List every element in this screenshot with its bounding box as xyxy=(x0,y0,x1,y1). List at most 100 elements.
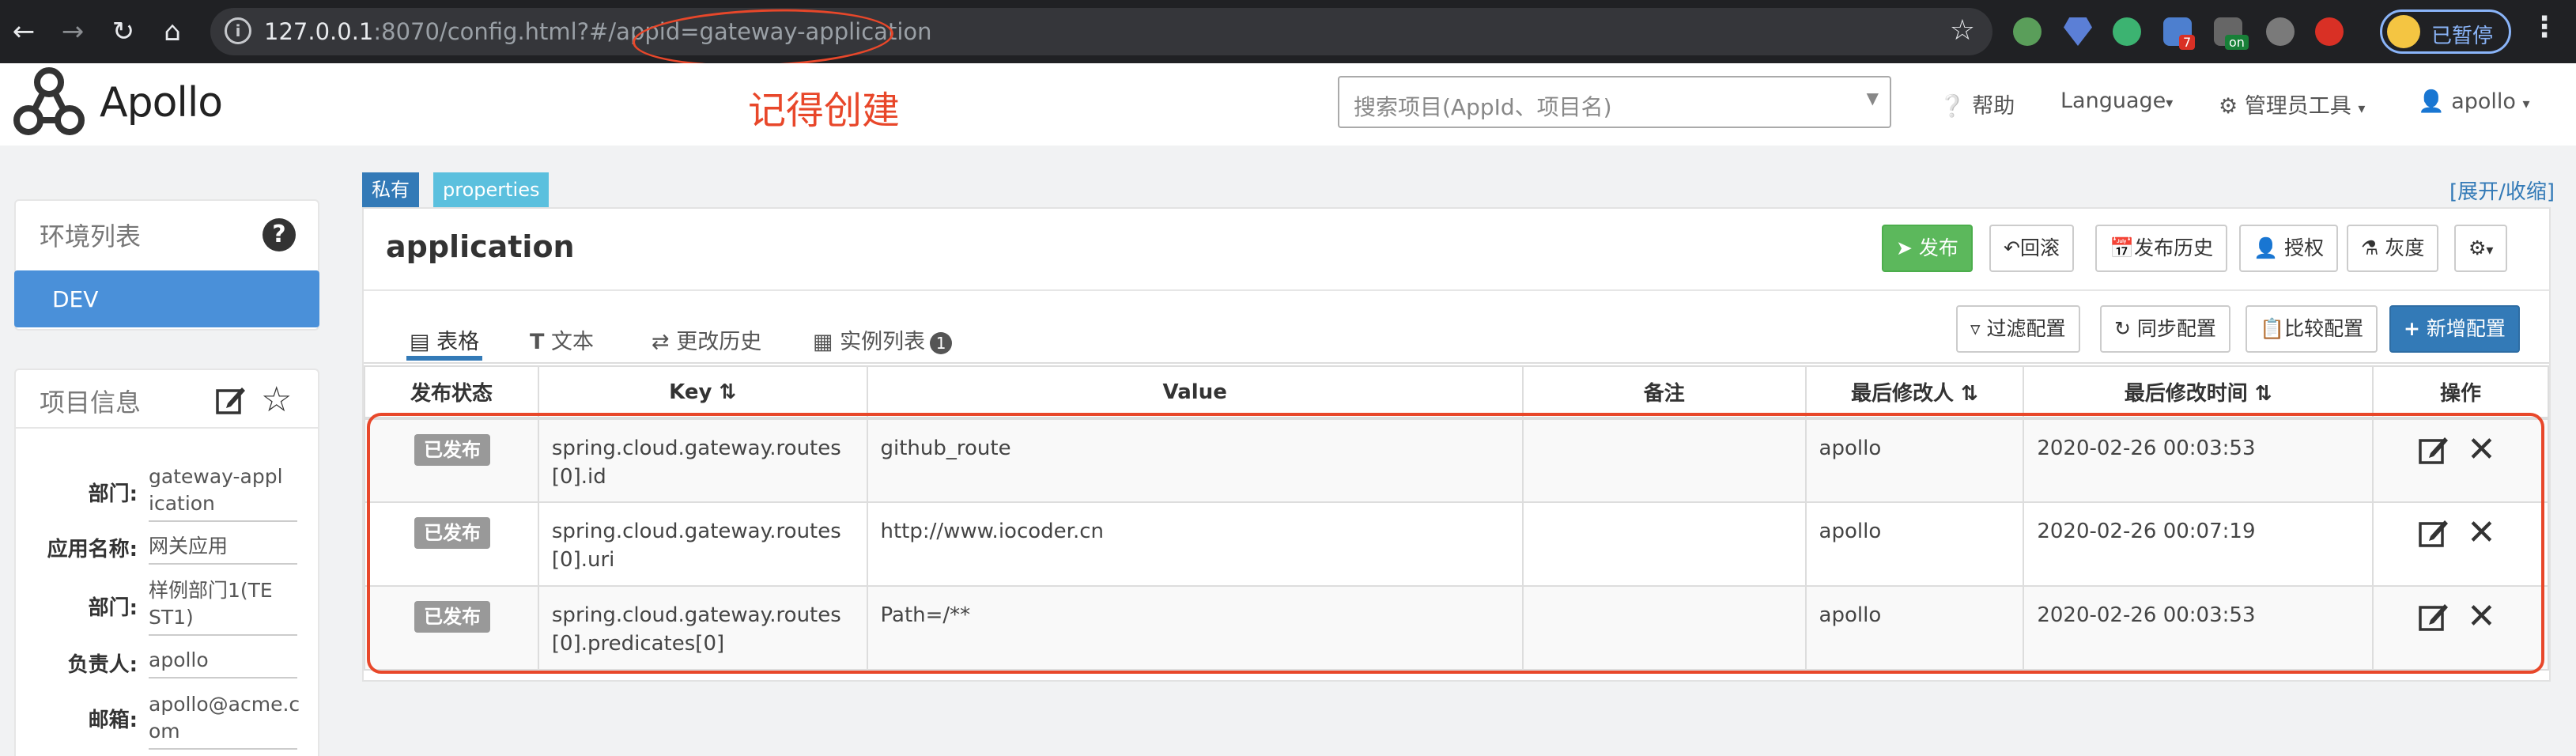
filter-config-button[interactable]: ▿ 过滤配置 xyxy=(1956,305,2080,353)
gray-release-button[interactable]: ⚗ 灰度 xyxy=(2347,225,2439,272)
env-item-label: DEV xyxy=(52,286,99,312)
compare-config-button[interactable]: 📋比较配置 xyxy=(2246,305,2378,353)
compare-label: 比较配置 xyxy=(2284,317,2364,340)
reload-icon[interactable]: ↻ xyxy=(103,11,144,52)
user-menu[interactable]: 👤 apollo ▾ xyxy=(2418,89,2530,114)
col-status: 发布状态 xyxy=(364,365,539,420)
expand-collapse-link[interactable]: [展开/收缩] xyxy=(2449,176,2555,205)
info-label: 部门: xyxy=(88,482,138,506)
publish-label: 发布 xyxy=(1918,236,1958,259)
env-item-dev[interactable]: DEV xyxy=(14,270,319,327)
user-label: apollo xyxy=(2451,89,2516,114)
info-label: 应用名称: xyxy=(47,538,138,561)
logo-text[interactable]: Apollo xyxy=(100,79,223,127)
col-modifier[interactable]: 最后修改人 ⇅ xyxy=(1804,365,2025,420)
filter-label: 过滤配置 xyxy=(1986,317,2066,340)
user-icon: 👤 xyxy=(2418,89,2445,114)
app-header xyxy=(0,63,2576,146)
sync-config-button[interactable]: ↻ 同步配置 xyxy=(2100,305,2230,353)
plus-icon: + xyxy=(2404,317,2420,340)
col-modifier-label: 最后修改人 xyxy=(1851,382,1955,406)
caret-icon: ▾ xyxy=(2166,95,2174,112)
profile-paused-button[interactable]: 已暂停 xyxy=(2380,9,2511,54)
sync-icon: ↻ xyxy=(2114,317,2131,340)
gear-icon: ⚙ xyxy=(2219,94,2238,119)
col-time-label: 最后修改时间 xyxy=(2124,382,2248,406)
star-icon[interactable]: ☆ xyxy=(261,380,292,420)
instances-count-badge: 1 xyxy=(930,331,953,354)
tab-change-history[interactable]: ⇄ 更改历史 xyxy=(652,324,761,355)
tab-instances[interactable]: ▦ 实例列表 1 xyxy=(813,324,953,355)
extension-badge: 7 xyxy=(2179,35,2196,50)
tab-history-label: 更改历史 xyxy=(676,330,762,354)
address-bar[interactable]: i 127.0.0.1:8070/config.html?#/appid=gat… xyxy=(210,8,1992,55)
table-header-row: 发布状态 Key ⇅ Value 备注 最后修改人 ⇅ 最后修改时间 ⇅ 操作 xyxy=(364,365,2549,420)
col-ops: 操作 xyxy=(2372,365,2549,420)
info-value: gateway-appl ication xyxy=(149,463,297,522)
caret-icon: ▾ xyxy=(2358,100,2366,117)
settings-dropdown-button[interactable]: ⚙▾ xyxy=(2454,225,2508,272)
extension-red-icon[interactable] xyxy=(2315,17,2344,46)
browser-menu-icon[interactable]: ⋮ xyxy=(2530,11,2559,43)
grant-button[interactable]: 👤 授权 xyxy=(2239,225,2339,272)
annotation-note: 记得创建 xyxy=(748,89,901,133)
col-value: Value xyxy=(866,365,1524,420)
add-config-button[interactable]: + 新增配置 xyxy=(2389,305,2520,353)
info-label: 部门: xyxy=(88,596,138,620)
forward-icon[interactable]: → xyxy=(52,11,93,52)
send-icon: ➤ xyxy=(1896,236,1913,259)
user-icon: 👤 xyxy=(2253,236,2279,259)
grant-label: 授权 xyxy=(2284,236,2325,259)
extension-diamond-icon[interactable] xyxy=(2064,17,2092,46)
rollback-button[interactable]: ↶回滚 xyxy=(1989,225,2074,272)
active-tab-indicator xyxy=(406,356,482,361)
bookmark-star-icon[interactable]: ☆ xyxy=(1950,14,1975,47)
calendar-icon: 📅 xyxy=(2110,236,2135,259)
chevron-down-icon: ▼ xyxy=(1866,89,1879,108)
rollback-label: 回滚 xyxy=(2019,236,2060,259)
divider xyxy=(364,289,2549,291)
edit-icon[interactable] xyxy=(215,384,247,416)
avatar xyxy=(2387,15,2420,48)
info-label: 邮箱: xyxy=(88,709,138,732)
publish-button[interactable]: ➤ 发布 xyxy=(1882,225,1973,272)
tab-table[interactable]: ▤ 表格 xyxy=(410,324,479,355)
project-info-title: 项目信息 xyxy=(40,387,142,418)
sort-icon: ⇅ xyxy=(719,380,737,404)
help-link[interactable]: ❔ 帮助 xyxy=(1939,89,2015,119)
env-panel-title: 环境列表 xyxy=(40,221,142,251)
browser-toolbar: ← → ↻ ⌂ i 127.0.0.1:8070/config.html?#/a… xyxy=(0,0,2576,63)
extension-dropper-icon[interactable] xyxy=(2266,17,2295,46)
table-icon: ▤ xyxy=(410,330,430,354)
info-icon[interactable]: i xyxy=(225,17,251,44)
language-menu[interactable]: Language▾ xyxy=(2060,89,2173,113)
annotation-box xyxy=(367,413,2544,674)
extension-v-icon[interactable] xyxy=(2113,17,2141,46)
col-comment: 备注 xyxy=(1521,365,1807,420)
release-history-button[interactable]: 📅发布历史 xyxy=(2095,225,2228,272)
project-search-input[interactable]: 搜索项目(AppId、项目名) ▼ xyxy=(1338,76,1891,128)
home-icon[interactable]: ⌂ xyxy=(152,11,193,52)
extension-green-icon[interactable] xyxy=(2013,17,2042,46)
help-label: 帮助 xyxy=(1972,94,2015,119)
col-modified-time[interactable]: 最后修改时间 ⇅ xyxy=(2023,365,2374,420)
caret-icon: ▾ xyxy=(2522,96,2530,112)
tab-text[interactable]: T 文本 xyxy=(530,324,594,355)
filter-icon: ▿ xyxy=(1970,317,1981,340)
sort-icon: ⇅ xyxy=(1961,382,1978,406)
info-value: 样例部门1(TE ST1) xyxy=(149,577,297,636)
back-icon[interactable]: ← xyxy=(3,11,44,52)
admin-tools-label: 管理员工具 xyxy=(2244,94,2351,119)
help-circle-icon[interactable]: ? xyxy=(263,218,296,251)
admin-tools-menu[interactable]: ⚙ 管理员工具 ▾ xyxy=(2219,89,2365,119)
clipboard-icon: 📋 xyxy=(2260,317,2285,340)
history-icon: ⇄ xyxy=(652,330,670,354)
sort-icon: ⇅ xyxy=(2254,382,2272,406)
col-key[interactable]: Key ⇅ xyxy=(537,365,868,420)
tag-private: 私有 xyxy=(362,172,419,207)
apollo-logo-icon[interactable] xyxy=(11,65,87,141)
search-placeholder: 搜索项目(AppId、项目名) xyxy=(1354,94,1612,120)
divider xyxy=(14,427,319,429)
paused-label: 已暂停 xyxy=(2431,25,2494,48)
tabs-divider xyxy=(364,362,2549,364)
